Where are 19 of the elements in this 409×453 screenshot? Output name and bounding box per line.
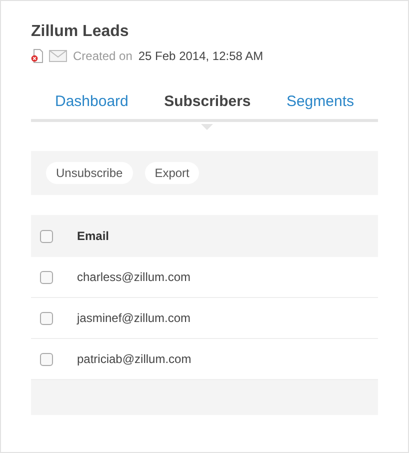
created-label: Created on [73,49,132,63]
tab-pointer-icon [201,124,214,130]
list-title: Zillum Leads [31,23,130,41]
row-checkbox[interactable] [40,352,53,366]
created-date: 25 Feb 2014, 12:58 AM [138,49,264,63]
column-header: Email [77,229,110,243]
tab[interactable]: Subscribers [164,93,251,119]
tab[interactable]: Segments [286,93,354,119]
tab[interactable]: Dashboard [55,93,128,119]
document-error-icon [31,49,43,63]
email-cell: charless@zillum.com [77,270,191,284]
action-button[interactable]: Export [144,162,200,184]
email-cell: jasminef@zillum.com [77,311,191,325]
row-checkbox[interactable] [40,312,53,324]
action-button[interactable]: Unsubscribe [46,162,133,184]
row-checkbox[interactable] [40,270,53,284]
email-cell: patriciab@zillum.com [77,352,192,366]
select-all-checkbox[interactable] [40,230,53,242]
envelope-icon [49,50,67,62]
